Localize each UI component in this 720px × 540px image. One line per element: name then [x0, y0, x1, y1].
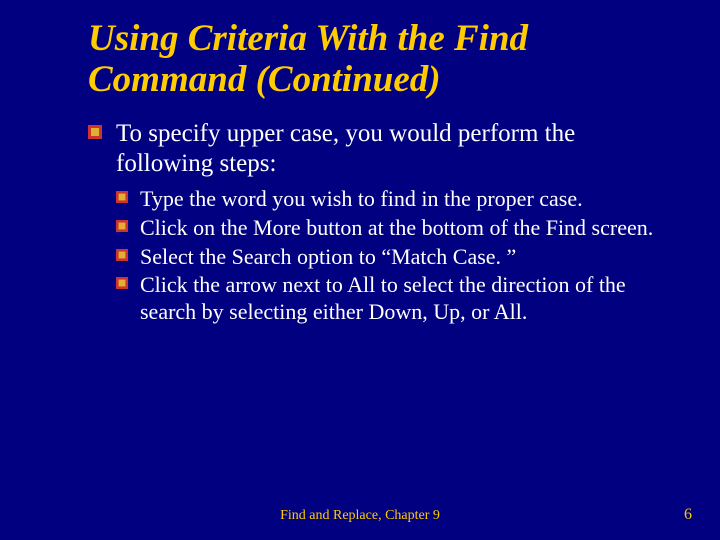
- bullet-level2: Type the word you wish to find in the pr…: [116, 186, 670, 213]
- square-bullet-icon: [116, 220, 128, 232]
- slide-title: Using Criteria With the Find Command (Co…: [88, 18, 670, 101]
- bullet-level2: Click the arrow next to All to select th…: [116, 272, 670, 326]
- slide: Using Criteria With the Find Command (Co…: [0, 0, 720, 540]
- page-number: 6: [684, 506, 692, 524]
- bullet-level1: To specify upper case, you would perform…: [88, 119, 670, 180]
- bullet-level2: Click on the More button at the bottom o…: [116, 215, 670, 242]
- bullet-level1-text: To specify upper case, you would perform…: [116, 120, 575, 178]
- sub-bullet-list: Type the word you wish to find in the pr…: [88, 186, 670, 326]
- bullet-level2: Select the Search option to “Match Case.…: [116, 244, 670, 271]
- square-bullet-icon: [116, 249, 128, 261]
- bullet-level2-text: Click the arrow next to All to select th…: [140, 272, 626, 324]
- square-bullet-icon: [116, 277, 128, 289]
- bullet-level2-text: Select the Search option to “Match Case.…: [140, 244, 516, 269]
- slide-footer: Find and Replace, Chapter 9: [0, 508, 720, 524]
- bullet-level2-text: Click on the More button at the bottom o…: [140, 215, 653, 240]
- bullet-level2-text: Type the word you wish to find in the pr…: [140, 186, 583, 211]
- square-bullet-icon: [116, 191, 128, 203]
- square-bullet-icon: [88, 125, 102, 139]
